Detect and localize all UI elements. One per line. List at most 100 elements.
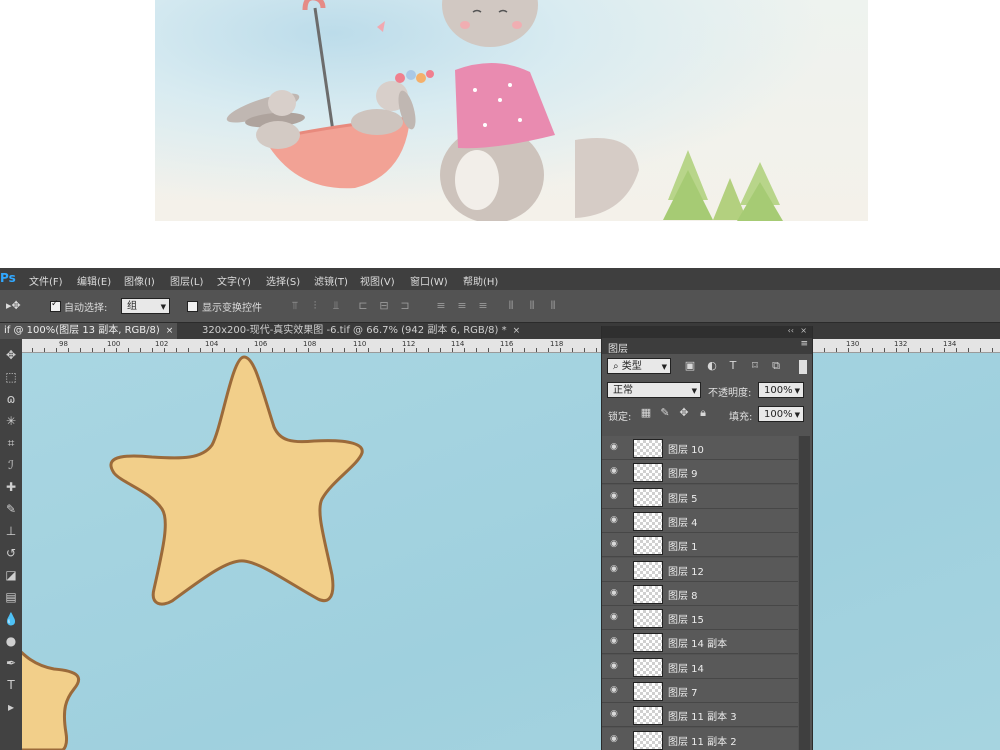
layer-row[interactable]: ◉ 图层 7 <box>602 679 798 703</box>
eye-icon[interactable]: ◉ <box>610 491 618 501</box>
eraser-tool-icon[interactable]: ◪ <box>3 567 19 583</box>
ruler-tick <box>920 348 921 352</box>
lock-all-icon[interactable]: 🔒︎ <box>697 407 709 419</box>
pixel-filter-icon[interactable]: ▣ <box>684 360 696 372</box>
type-filter-icon[interactable]: T <box>727 360 739 372</box>
ruler-tick <box>884 348 885 352</box>
filter-toggle[interactable] <box>799 360 807 374</box>
dodge-tool-icon[interactable]: ● <box>3 633 19 649</box>
align-top-icon[interactable]: ⫪ <box>289 300 301 312</box>
move-tool-icon[interactable]: ▸✥ <box>6 300 21 312</box>
blur-tool-icon[interactable]: 💧 <box>3 611 19 627</box>
align-bottom-icon[interactable]: ⫫ <box>330 300 342 312</box>
shape-filter-icon[interactable]: ⌑ <box>749 360 761 372</box>
adjustment-filter-icon[interactable]: ◐ <box>706 360 718 372</box>
layer-row[interactable]: ◉ 图层 11 副本 3 <box>602 703 798 728</box>
eye-icon[interactable]: ◉ <box>610 564 618 574</box>
smart-object-filter-icon[interactable]: ⧉ <box>770 360 782 372</box>
close-icon[interactable]: × <box>166 326 174 336</box>
path-selection-tool-icon[interactable]: ▸ <box>3 699 19 715</box>
marquee-tool-icon[interactable]: ⬚ <box>3 369 19 385</box>
layers-panel: ‹‹ × 图层 ≡ ⌕ 类型 ▼ ▣ ◐ T ⌑ ⧉ 正常 ▼ 不透明度: 10… <box>601 326 813 750</box>
lock-transparency-icon[interactable]: ▦ <box>640 407 652 419</box>
layer-row[interactable]: ◉ 图层 11 副本 2 <box>602 727 798 750</box>
layer-row[interactable]: ◉ 图层 5 <box>602 484 798 509</box>
panel-menu-icon[interactable]: ≡ <box>800 339 808 349</box>
eye-icon[interactable]: ◉ <box>610 612 618 622</box>
document-canvas[interactable] <box>22 353 1000 750</box>
ruler-tick <box>596 348 597 352</box>
menu-file[interactable]: 文件(F) <box>29 273 63 288</box>
eye-icon[interactable]: ◉ <box>610 636 618 646</box>
menu-window[interactable]: 窗口(W) <box>410 273 448 288</box>
eye-icon[interactable]: ◉ <box>610 466 618 476</box>
brush-tool-icon[interactable]: ✎ <box>3 501 19 517</box>
eye-icon[interactable]: ◉ <box>610 442 618 452</box>
menu-layer[interactable]: 图层(L) <box>170 273 203 288</box>
layer-row[interactable]: ◉ 图层 14 副本 <box>602 630 798 655</box>
ruler-tick <box>104 348 105 352</box>
layer-row[interactable]: ◉ 图层 14 <box>602 654 798 679</box>
distribute-bottom-icon[interactable]: ≡ <box>477 300 489 312</box>
align-hcenter-icon[interactable]: ⊟ <box>378 300 390 312</box>
auto-select-dropdown[interactable]: 组 ▼ <box>121 298 170 314</box>
magic-wand-tool-icon[interactable]: ✳ <box>3 413 19 429</box>
tab-document-2[interactable]: 320x200-现代-真实效果图 -6.tif @ 66.7% (942 副本 … <box>198 323 524 339</box>
layer-row[interactable]: ◉ 图层 1 <box>602 533 798 558</box>
close-icon[interactable]: × <box>513 326 521 336</box>
distribute-top-icon[interactable]: ≡ <box>435 300 447 312</box>
align-left-icon[interactable]: ⊏ <box>357 300 369 312</box>
close-icon[interactable]: × <box>800 326 807 335</box>
align-right-icon[interactable]: ⊐ <box>399 300 411 312</box>
layers-tab[interactable]: 图层 ≡ <box>602 338 812 355</box>
opacity-field[interactable]: 100% ▼ <box>758 382 804 398</box>
auto-select-checkbox[interactable] <box>50 299 61 312</box>
layer-row[interactable]: ◉ 图层 15 <box>602 606 798 631</box>
distribute-left-icon[interactable]: ⫴ <box>505 300 517 312</box>
crop-tool-icon[interactable]: ⌗ <box>3 435 19 451</box>
distribute-hcenter-icon[interactable]: ⫴ <box>526 300 538 312</box>
eye-icon[interactable]: ◉ <box>610 539 618 549</box>
show-transform-checkbox[interactable] <box>187 301 198 312</box>
eye-icon[interactable]: ◉ <box>610 515 618 525</box>
menu-select[interactable]: 选择(S) <box>266 273 300 288</box>
menu-edit[interactable]: 编辑(E) <box>77 273 111 288</box>
eye-icon[interactable]: ◉ <box>610 734 618 744</box>
filter-kind-dropdown[interactable]: ⌕ 类型 ▼ <box>607 358 671 374</box>
pen-tool-icon[interactable]: ✒ <box>3 655 19 671</box>
lasso-tool-icon[interactable]: ɷ <box>3 391 19 407</box>
layer-row[interactable]: ◉ 图层 4 <box>602 508 798 533</box>
layer-row[interactable]: ◉ 图层 10 <box>602 436 798 460</box>
history-brush-tool-icon[interactable]: ↺ <box>3 545 19 561</box>
fill-field[interactable]: 100% ▼ <box>758 406 804 422</box>
menu-help[interactable]: 帮助(H) <box>463 273 498 288</box>
clone-stamp-tool-icon[interactable]: ⊥ <box>3 523 19 539</box>
eye-icon[interactable]: ◉ <box>610 709 618 719</box>
align-vcenter-icon[interactable]: ⫶ <box>309 300 321 312</box>
lock-pixels-icon[interactable]: ✎ <box>659 407 671 419</box>
gradient-tool-icon[interactable]: ▤ <box>3 589 19 605</box>
ruler-label: 118 <box>550 340 564 348</box>
menu-filter[interactable]: 滤镜(T) <box>314 273 348 288</box>
lock-position-icon[interactable]: ✥ <box>678 407 690 419</box>
collapse-icon[interactable]: ‹‹ <box>788 326 794 335</box>
layer-row[interactable]: ◉ 图层 9 <box>602 460 798 485</box>
distribute-vcenter-icon[interactable]: ≡ <box>456 300 468 312</box>
type-tool-icon[interactable]: T <box>3 677 19 693</box>
menu-type[interactable]: 文字(Y) <box>217 273 251 288</box>
menu-image[interactable]: 图像(I) <box>124 273 155 288</box>
layer-list-scrollbar[interactable] <box>799 436 810 750</box>
eye-icon[interactable]: ◉ <box>610 685 618 695</box>
blend-mode-dropdown[interactable]: 正常 ▼ <box>607 382 701 398</box>
healing-brush-tool-icon[interactable]: ✚ <box>3 479 19 495</box>
distribute-right-icon[interactable]: ⫴ <box>547 300 559 312</box>
eye-icon[interactable]: ◉ <box>610 661 618 671</box>
menu-view[interactable]: 视图(V) <box>360 273 395 288</box>
move-tool-icon[interactable]: ✥ <box>3 347 19 363</box>
layer-row[interactable]: ◉ 图层 8 <box>602 581 798 606</box>
eyedropper-tool-icon[interactable]: ℐ <box>3 457 19 473</box>
layer-name: 图层 14 副本 <box>668 639 728 651</box>
tab-document-1[interactable]: if @ 100%(图层 13 副本, RGB/8) × <box>0 323 178 339</box>
eye-icon[interactable]: ◉ <box>610 588 618 598</box>
layer-row[interactable]: ◉ 图层 12 <box>602 557 798 582</box>
